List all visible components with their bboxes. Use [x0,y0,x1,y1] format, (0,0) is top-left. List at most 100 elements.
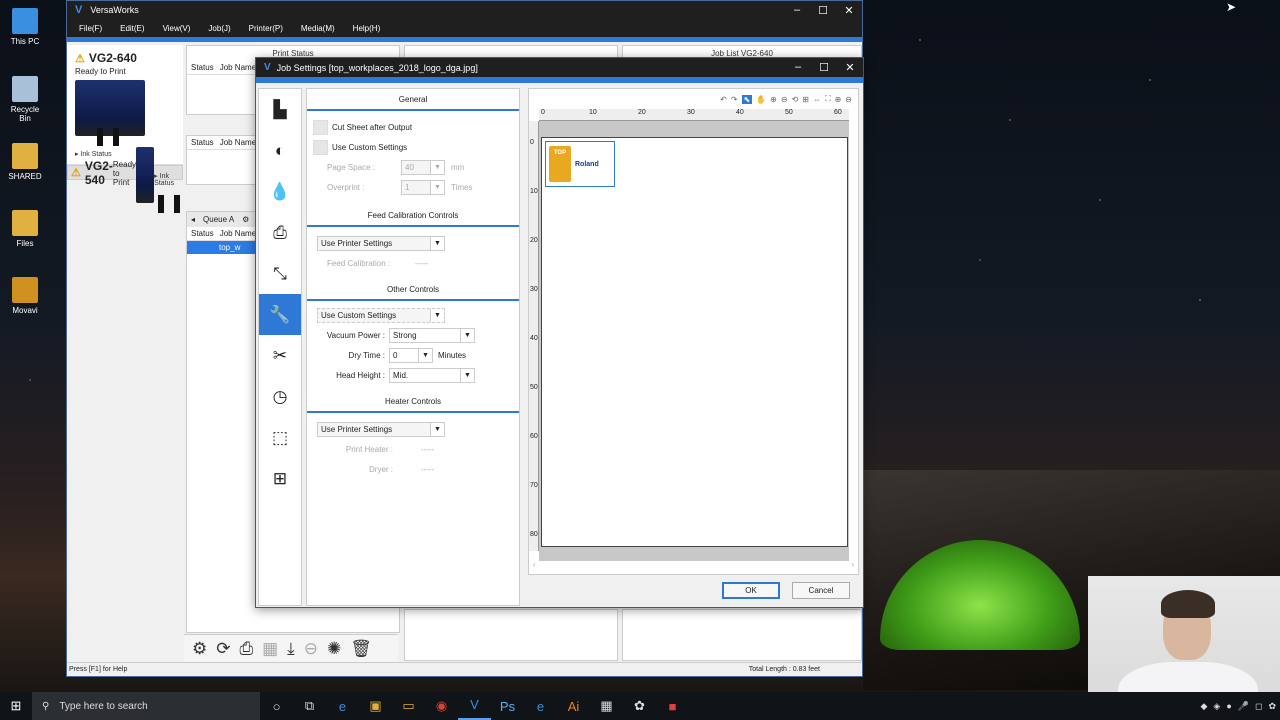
plus-icon[interactable]: ⊕ [835,95,842,104]
refresh-icon[interactable]: ⟳ [216,639,230,659]
maximize-icon[interactable]: ☐ [811,61,837,74]
windows-start-icon[interactable]: ⊞ [0,698,32,714]
cut-sheet-checkbox[interactable] [313,119,328,135]
clock-icon[interactable]: ◷ [259,376,301,417]
undo-icon[interactable]: ↶ [720,95,727,104]
close-icon[interactable]: ✕ [836,4,862,17]
other-controls-select[interactable]: Use Custom Settings ▼ [317,307,445,323]
scroll-right-icon[interactable]: › [851,560,854,570]
menu-edit[interactable]: Edit(E) [120,24,144,33]
minus-icon[interactable]: ⊖ [845,95,852,104]
scroll-left-icon[interactable]: ‹ [533,560,536,570]
zoom-out-icon[interactable]: ⊖ [781,95,788,104]
custom-settings-checkbox[interactable] [313,139,328,155]
tray-app-icon[interactable]: ✿ [1268,701,1276,712]
search-icon: ⚲ [42,700,50,712]
store-icon[interactable]: ▣ [359,698,392,714]
ok-button[interactable]: OK [722,582,780,599]
ie-icon[interactable]: e [524,699,557,714]
printer-card-vg2-540[interactable]: ⚠ VG2-540 Ready to Print ▸ Ink Status [67,146,183,213]
trash-icon[interactable]: 🗑 [350,639,372,659]
scissors-icon[interactable]: ✂ [259,335,301,376]
overprint-input[interactable]: 1 ▼ [401,179,445,195]
print-icon[interactable]: ⎙ [240,639,254,659]
menu-file[interactable]: File(F) [79,24,102,33]
dry-time-select[interactable]: 0 ▼ [389,347,433,363]
ink-status-toggle[interactable]: ▸ Ink Status [154,172,174,187]
width-icon[interactable]: ⇔ [813,95,821,104]
hand-tool-icon[interactable]: ✋ [756,95,766,104]
menu-job[interactable]: Job(J) [208,24,230,33]
desktop-icon-this-pc[interactable]: This PC [4,8,46,46]
layout-icon[interactable]: ▙ [259,89,301,130]
printer-image [136,146,165,213]
zoom-in-icon[interactable]: ⊕ [770,95,777,104]
stop-icon[interactable]: ⊖ [304,639,318,659]
download-icon[interactable]: ⤓ [287,639,295,659]
custom-settings-row[interactable]: Use Custom Settings [307,137,519,157]
menu-view[interactable]: View(V) [163,24,191,33]
photoshop-icon[interactable]: Ps [491,699,524,714]
color-icon[interactable]: ◐ [259,130,301,171]
fullscreen-icon[interactable]: ⛶ [825,94,831,104]
settings-panel: General Cut Sheet after Output Use Custo… [306,88,520,606]
taskbar: ⊞ ⚲ Type here to search ○ ⧉ e ▣ ▭ ◉ V Ps… [0,692,1280,720]
ink-status-toggle[interactable]: ▸ Ink Status [75,150,175,158]
printer-card-vg2-640[interactable]: ⚠ VG2-640 Ready to Print ▸ Ink Status [67,45,183,165]
maximize-icon[interactable]: ☐ [810,4,836,17]
rotate-icon[interactable]: ⟲ [792,95,799,104]
edge-icon[interactable]: e [326,699,359,714]
camera-app-icon[interactable]: ■ [656,699,689,714]
versaworks-taskbar-icon[interactable]: V [458,692,491,720]
desktop-icon-movavi[interactable]: Movavi [4,277,46,315]
menu-media[interactable]: Media(M) [301,24,335,33]
page-space-input[interactable]: 40 ▼ [401,159,445,175]
vacuum-power-select[interactable]: Strong ▼ [389,327,475,343]
illustrator-icon[interactable]: Ai [557,699,590,714]
calculator-icon[interactable]: ▦ [590,698,623,714]
menu-help[interactable]: Help(H) [353,24,381,33]
feed-calibration-select[interactable]: Use Printer Settings ▼ [317,235,445,251]
printer-list: ⚠ VG2-640 Ready to Print ▸ Ink Status ⚠ VG… [67,45,183,287]
settings-gear-icon[interactable]: ⚙ [192,639,207,659]
close-icon[interactable]: ✕ [837,61,863,74]
task-view-icon[interactable]: ⧉ [293,698,326,714]
marks-icon[interactable]: ⬚ [259,417,301,458]
variable-data-icon[interactable]: ⊞ [259,458,301,499]
redo-icon[interactable]: ↷ [731,95,738,104]
app-icon[interactable]: ✿ [623,698,656,714]
cortana-icon[interactable]: ○ [260,699,293,714]
desktop-icon-recycle-bin[interactable]: Recycle Bin [4,76,46,123]
select-tool-icon[interactable]: ⬉ [741,94,753,104]
microphone-icon[interactable]: 🎤 [1238,701,1249,712]
wrench-icon[interactable]: 🔧 [259,294,301,335]
desktop-icon-shared[interactable]: SHARED [4,143,46,181]
tray-app-icon[interactable]: ◆ [1200,701,1207,712]
crop-icon[interactable]: ⤡ [259,253,301,294]
app-title: VersaWorks [90,5,139,15]
gear-icon[interactable]: ⚙ [242,215,249,224]
tray-app-icon[interactable]: ● [1226,701,1231,712]
head-height-select[interactable]: Mid. ▼ [389,367,475,383]
nest-icon[interactable]: ▦ [262,639,278,659]
print-quality-icon[interactable]: ⎙ [259,212,301,253]
menu-printer[interactable]: Printer(P) [249,24,283,33]
file-explorer-icon[interactable]: ▭ [392,698,425,714]
loading-icon[interactable]: ✺ [327,639,341,659]
panel-bottom-middle [404,609,618,661]
job-image-thumbnail[interactable]: TOP Roland [545,141,615,187]
ink-drop-icon[interactable]: 💧 [259,171,301,212]
tray-app-icon[interactable]: ◈ [1213,701,1220,712]
heater-select[interactable]: Use Printer Settings ▼ [317,421,445,437]
desktop-icon-files[interactable]: Files [4,210,46,248]
computer-icon [12,8,38,34]
minimize-icon[interactable]: – [784,4,810,17]
fit-icon[interactable]: ⊞ [802,95,809,104]
taskbar-search[interactable]: ⚲ Type here to search [32,692,260,720]
minimize-icon[interactable]: – [785,61,811,74]
chrome-icon[interactable]: ◉ [425,698,458,714]
tray-app-icon[interactable]: ◻ [1255,701,1262,712]
preview-scrollbar[interactable]: ‹ › [529,560,858,570]
cancel-button[interactable]: Cancel [792,582,850,599]
cut-sheet-row[interactable]: Cut Sheet after Output [307,117,519,137]
